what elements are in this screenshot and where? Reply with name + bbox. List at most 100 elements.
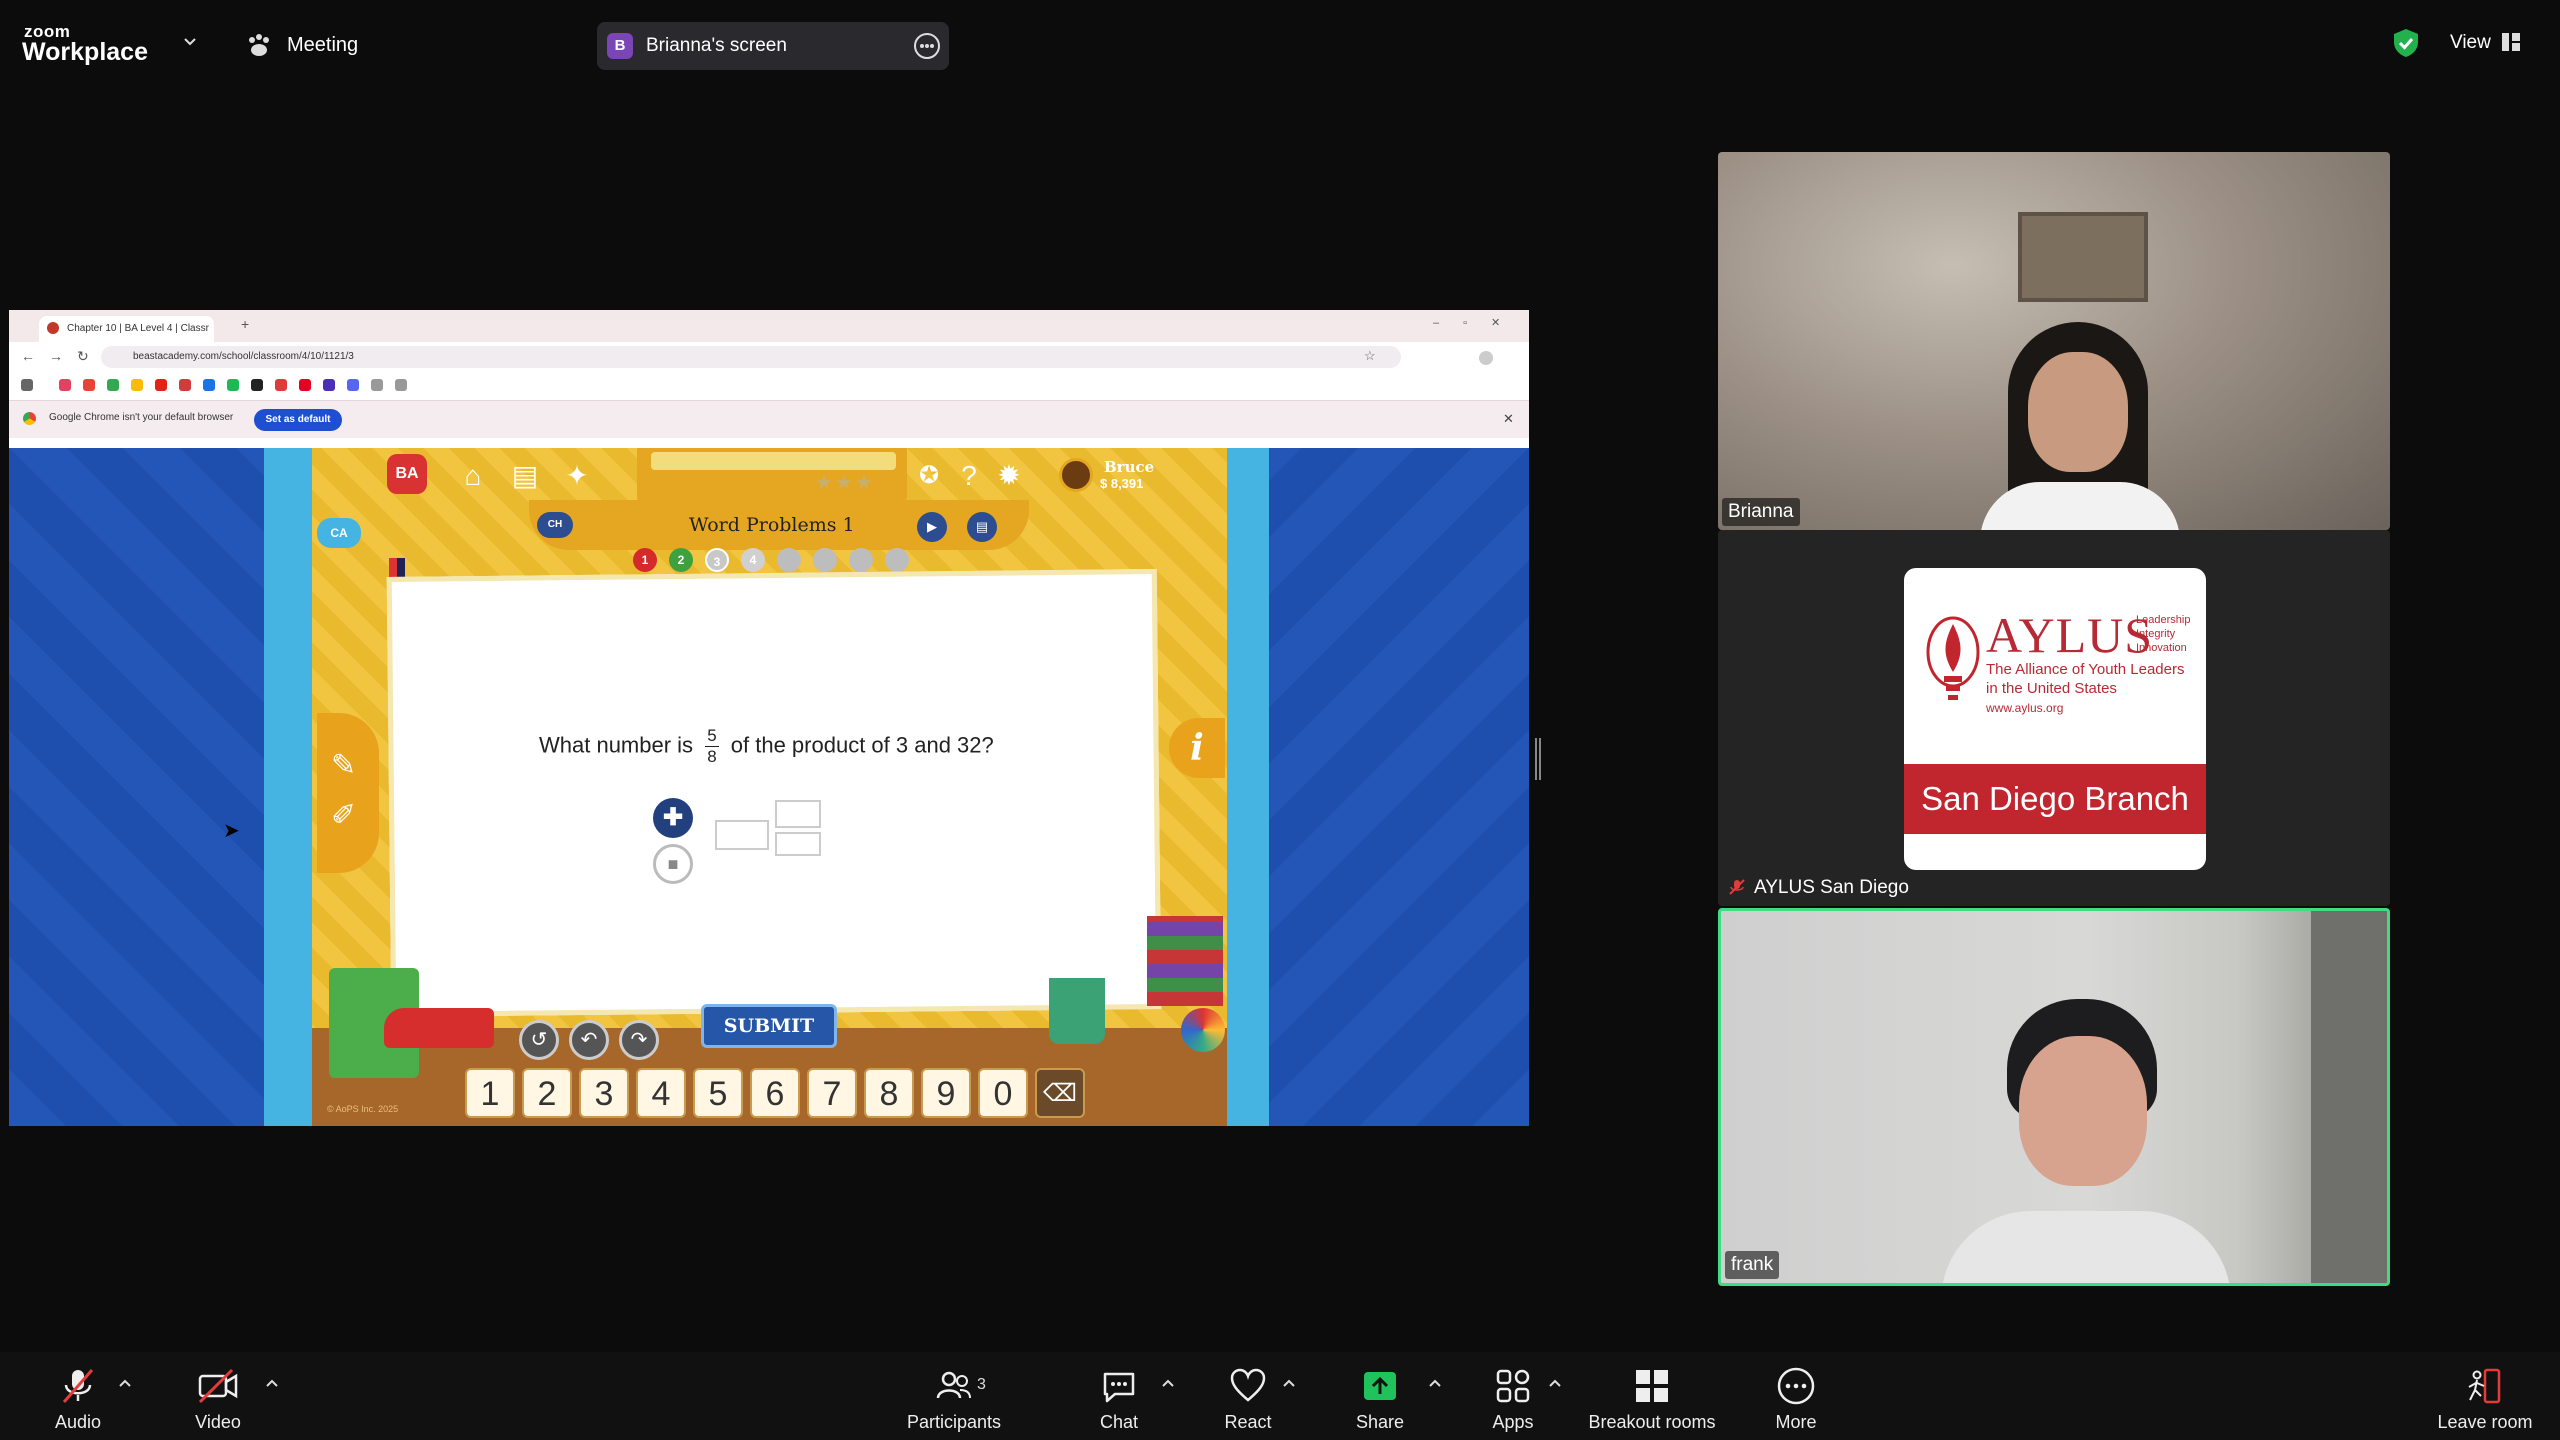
react-options-caret-icon[interactable]: [1282, 1378, 1296, 1388]
answer-numerator-input[interactable]: [775, 800, 821, 828]
apps-options-caret-icon[interactable]: [1548, 1378, 1562, 1388]
keypad-key[interactable]: 6: [750, 1068, 800, 1118]
bookmark-icon[interactable]: [155, 379, 167, 391]
keypad-key[interactable]: 1: [465, 1068, 515, 1118]
view-menu[interactable]: View: [2450, 32, 2491, 54]
folder-icon[interactable]: [371, 379, 383, 391]
set-as-default-button[interactable]: Set as default: [254, 409, 342, 431]
audio-options-caret-icon[interactable]: [118, 1378, 132, 1388]
progress-dot-2[interactable]: 2: [669, 548, 693, 572]
bookmark-icon[interactable]: [227, 379, 239, 391]
pencil-icon[interactable]: ✎: [331, 748, 356, 783]
chat-button[interactable]: Chat: [1098, 1366, 1140, 1433]
bookmark-icon[interactable]: [299, 379, 311, 391]
video-tile-frank[interactable]: frank: [1718, 908, 2390, 1286]
ba-home-logo[interactable]: BA: [387, 454, 427, 494]
submit-button[interactable]: SUBMIT: [701, 1004, 837, 1048]
video-options-caret-icon[interactable]: [265, 1378, 279, 1388]
bookmark-star-icon[interactable]: ☆: [1364, 348, 1376, 364]
whole-number-toggle-icon[interactable]: ■: [653, 844, 693, 884]
award-icon[interactable]: ✪: [911, 458, 947, 494]
settings-gear-icon[interactable]: ✹: [991, 458, 1027, 494]
new-tab-icon[interactable]: +: [241, 316, 249, 332]
progress-dot-locked[interactable]: [777, 548, 801, 572]
close-icon[interactable]: ✕: [1503, 411, 1514, 427]
progress-dot-locked[interactable]: [849, 548, 873, 572]
play-icon[interactable]: ▶: [917, 512, 947, 542]
more-options-icon[interactable]: [914, 33, 940, 59]
chapter-badge[interactable]: CH: [537, 512, 573, 538]
browser-tab[interactable]: Chapter 10 | BA Level 4 | Classr: [39, 316, 214, 342]
school-icon[interactable]: ⌂: [455, 458, 491, 494]
tab-favicon-icon: [47, 322, 59, 334]
keypad-key[interactable]: 3: [579, 1068, 629, 1118]
answer-whole-input[interactable]: [715, 820, 769, 850]
audio-button[interactable]: Audio: [38, 1366, 118, 1433]
progress-dot-1[interactable]: 1: [633, 548, 657, 572]
mixed-number-toggle-icon[interactable]: ✚: [653, 798, 693, 838]
bookmark-icon[interactable]: [323, 379, 335, 391]
progress-dot-locked[interactable]: [885, 548, 909, 572]
backspace-icon[interactable]: ⌫: [1035, 1068, 1085, 1118]
keypad-key[interactable]: 8: [864, 1068, 914, 1118]
share-options-caret-icon[interactable]: [1428, 1378, 1442, 1388]
video-tile-aylus-san-diego[interactable]: AYLUS Leadership Integrity Innovation Th…: [1718, 530, 2390, 906]
resize-handle[interactable]: [1535, 738, 1541, 780]
reset-icon[interactable]: ↺: [519, 1020, 559, 1060]
more-button[interactable]: More: [1770, 1366, 1822, 1433]
bookmark-icon[interactable]: [107, 379, 119, 391]
meeting-menu[interactable]: Meeting: [287, 34, 358, 57]
bookmark-icon[interactable]: [347, 379, 359, 391]
guide-book-icon[interactable]: ▤: [967, 512, 997, 542]
encryption-shield-icon[interactable]: [2392, 28, 2420, 58]
progress-dot-4[interactable]: 4: [741, 548, 765, 572]
breakout-rooms-button[interactable]: Breakout rooms: [1580, 1366, 1724, 1433]
keypad-key[interactable]: 9: [921, 1068, 971, 1118]
keypad-key[interactable]: 5: [693, 1068, 743, 1118]
view-layout-icon[interactable]: [2502, 33, 2520, 51]
chat-options-caret-icon[interactable]: [1161, 1378, 1175, 1388]
apps-grid-icon[interactable]: [21, 379, 33, 391]
bookmark-icon[interactable]: [131, 379, 143, 391]
progress-dot-3[interactable]: 3: [705, 548, 729, 572]
video-button[interactable]: Video: [178, 1366, 258, 1433]
participants-button[interactable]: Participants: [898, 1366, 1010, 1433]
leave-room-button[interactable]: Leave room: [2432, 1366, 2538, 1433]
progress-dot-locked[interactable]: [813, 548, 837, 572]
chat-label: Chat: [1099, 1412, 1139, 1432]
info-icon[interactable]: i: [1169, 718, 1225, 778]
keypad-key[interactable]: 0: [978, 1068, 1028, 1118]
keypad-key[interactable]: 2: [522, 1068, 572, 1118]
window-controls[interactable]: –▫✕: [1433, 316, 1524, 329]
bookmark-icon[interactable]: [59, 379, 71, 391]
answer-denominator-input[interactable]: [775, 832, 821, 856]
ca-badge[interactable]: CA: [317, 518, 361, 548]
help-icon[interactable]: ?: [951, 458, 987, 494]
keypad-key[interactable]: 7: [807, 1068, 857, 1118]
scratch-tools-panel[interactable]: [317, 713, 379, 873]
user-avatar[interactable]: [1059, 458, 1093, 492]
bookmark-icon[interactable]: [203, 379, 215, 391]
bookmark-icon[interactable]: [251, 379, 263, 391]
browser-nav-icons[interactable]: ←→↻: [21, 348, 103, 365]
video-icon[interactable]: ✦: [559, 458, 595, 494]
mug-decoration: [1049, 978, 1105, 1044]
share-button[interactable]: Share: [1354, 1366, 1406, 1433]
bookmark-icon[interactable]: [83, 379, 95, 391]
eraser-icon[interactable]: ✐: [331, 798, 356, 833]
undo-icon[interactable]: ↶: [569, 1020, 609, 1060]
react-button[interactable]: React: [1220, 1366, 1276, 1433]
folder-icon[interactable]: [395, 379, 407, 391]
keypad-key[interactable]: 4: [636, 1068, 686, 1118]
redo-icon[interactable]: ↷: [619, 1020, 659, 1060]
bookmark-icon[interactable]: [179, 379, 191, 391]
address-bar[interactable]: beastacademy.com/school/classroom/4/10/1…: [101, 346, 1401, 368]
participant-name: AYLUS San Diego: [1754, 877, 1909, 898]
meeting-paw-icon[interactable]: [246, 33, 272, 57]
profile-icon[interactable]: [1479, 351, 1493, 365]
apps-button[interactable]: Apps: [1490, 1366, 1536, 1433]
bookmark-icon[interactable]: [275, 379, 287, 391]
video-tile-brianna[interactable]: Brianna: [1718, 152, 2390, 530]
book-icon[interactable]: ▤: [507, 458, 543, 494]
chevron-down-icon[interactable]: [182, 34, 198, 50]
